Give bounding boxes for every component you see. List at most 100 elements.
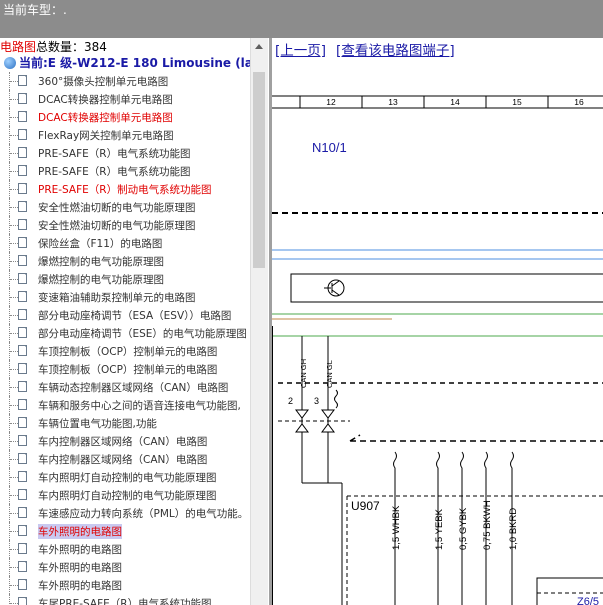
connector-pin-icon — [321, 423, 335, 433]
tree-item[interactable]: 保险丝盒（F11）的电路图 — [0, 234, 250, 252]
tree-item[interactable]: 车外照明的电路图 — [0, 522, 250, 540]
pin-label: CAN GL — [325, 360, 334, 388]
tree-item[interactable]: 安全性燃油切断的电气功能原理图 — [0, 216, 250, 234]
tree-item[interactable]: FlexRay网关控制单元电路图 — [0, 126, 250, 144]
tree-item[interactable]: 车内控制器区域网络（CAN）电路图 — [0, 432, 250, 450]
tree-item[interactable]: 车辆动态控制器区域网络（CAN）电路图 — [0, 378, 250, 396]
tree-item-label: FlexRay网关控制单元电路图 — [38, 130, 174, 142]
component-box — [290, 273, 603, 303]
tree-item[interactable]: PRE-SAFE（R）电气系统功能图 — [0, 162, 250, 180]
connector-label: U907 — [351, 499, 380, 513]
document-icon — [18, 75, 27, 86]
document-icon — [18, 345, 27, 356]
tree-connector — [10, 603, 18, 604]
tree-item[interactable]: 车顶控制板（OCP）控制单元的电路图 — [0, 360, 250, 378]
grid-number: 15 — [512, 97, 522, 107]
tree-item[interactable]: 车内照明灯自动控制的电气功能原理图 — [0, 486, 250, 504]
tree-item[interactable]: 部分电动座椅调节（ESA（ESV））电路图 — [0, 306, 250, 324]
tree-connector — [10, 261, 18, 262]
tree-connector — [10, 369, 18, 370]
diagram-pane: [上一页] [查看该电路图端子] 12 13 14 15 16 N10/1 CA… — [272, 38, 603, 605]
tree-item-label: 车速感应动力转向系统（PML）的电气功能。 — [38, 508, 249, 520]
tree-item[interactable]: 车外照明的电路图 — [0, 558, 250, 576]
tree-item[interactable]: 安全性燃油切断的电气功能原理图 — [0, 198, 250, 216]
tree-connector — [10, 333, 18, 334]
tree-connector — [10, 441, 18, 442]
tree-item-label: 部分电动座椅调节（ESA（ESV））电路图 — [38, 310, 232, 322]
tree-item[interactable]: 360°摄像头控制单元电路图 — [0, 72, 250, 90]
document-icon — [18, 543, 27, 554]
tree-item[interactable]: 车速感应动力转向系统（PML）的电气功能。 — [0, 504, 250, 522]
tree-item[interactable]: 车内照明灯自动控制的电气功能原理图 — [0, 468, 250, 486]
tree-connector — [10, 315, 18, 316]
tree-item[interactable]: 车辆和服务中心之间的语音连接电气功能图, — [0, 396, 250, 414]
pin-number: 3 — [314, 396, 319, 406]
tree-item[interactable]: 车尾PRE-SAFE（R）电气系统功能图 — [0, 594, 250, 605]
tree-item-label: PRE-SAFE（R）电气系统功能图 — [38, 166, 191, 178]
tree-item-label: 车外照明的电路图 — [38, 524, 122, 539]
tree-item[interactable]: 部分电动座椅调节（ESE）的电气功能原理图 — [0, 324, 250, 342]
tree-connector — [10, 207, 18, 208]
sidebar-scrollbar[interactable] — [250, 38, 268, 605]
document-icon — [18, 399, 27, 410]
tree-item[interactable]: PRE-SAFE（R）制动电气系统功能图 — [0, 180, 250, 198]
tree-item[interactable]: 车内控制器区域网络（CAN）电路图 — [0, 450, 250, 468]
document-icon — [18, 381, 27, 392]
tree-connector — [10, 135, 18, 136]
document-icon — [18, 147, 27, 158]
tree-item-label: DCAC转换器控制单元电路图 — [38, 94, 173, 106]
tree-connector — [10, 225, 18, 226]
tree-connector — [10, 495, 18, 496]
tree-item-label: 车内照明灯自动控制的电气功能原理图 — [38, 472, 217, 484]
sidebar: 电路图总数量：384 当前:E 级-W212-E 180 Limousine (… — [0, 38, 269, 605]
tree-connector — [10, 513, 18, 514]
document-icon — [18, 165, 27, 176]
scroll-up-arrow-icon[interactable] — [251, 38, 268, 55]
tree-item[interactable]: 车顶控制板（OCP）控制单元的电路图 — [0, 342, 250, 360]
tree-item-label: 车外照明的电路图 — [38, 580, 122, 592]
document-icon — [18, 93, 27, 104]
document-icon — [18, 309, 27, 320]
document-icon — [18, 183, 27, 194]
document-icon — [18, 327, 27, 338]
document-icon — [18, 417, 27, 428]
tree-item[interactable]: 变速箱油辅助泵控制单元的电路图 — [0, 288, 250, 306]
wire-label: 0,75 BKWH — [482, 500, 493, 550]
connector-pin-icon — [321, 409, 335, 419]
tree-item-label: 安全性燃油切断的电气功能原理图 — [38, 202, 196, 214]
grid-number: 13 — [388, 97, 398, 107]
tree-item[interactable]: 车外照明的电路图 — [0, 576, 250, 594]
current-vehicle-label: 当前:E 级-W212-E 180 Limousine (lan — [19, 56, 262, 70]
tree-item-label: 车内控制器区域网络（CAN）电路图 — [38, 454, 208, 466]
tree-connector — [10, 117, 18, 118]
tree-item-label: 车内照明灯自动控制的电气功能原理图 — [38, 490, 217, 502]
diagram-tree: 360°摄像头控制单元电路图 DCAC转换器控制单元电路图 DCAC转换器控制单元电… — [0, 72, 250, 605]
tree-connector — [10, 153, 18, 154]
tree-item[interactable]: DCAC转换器控制单元电路图 — [0, 90, 250, 108]
tree-connector — [10, 405, 18, 406]
tree-connector — [10, 279, 18, 280]
top-bar: 当前车型：. — [0, 0, 603, 38]
tree-item[interactable]: 车外照明的电路图 — [0, 540, 250, 558]
document-icon — [18, 129, 27, 140]
document-icon — [18, 273, 27, 284]
tree-connector — [10, 99, 18, 100]
pin-label: CAN GH — [299, 359, 308, 388]
tree-connector — [10, 459, 18, 460]
tree-connector — [10, 477, 18, 478]
grid-number: 12 — [326, 97, 336, 107]
scroll-thumb[interactable] — [253, 72, 265, 268]
tree-item[interactable]: 爆燃控制的电气功能原理图 — [0, 252, 250, 270]
tree-item[interactable]: PRE-SAFE（R）电气系统功能图 — [0, 144, 250, 162]
tree-connector — [10, 567, 18, 568]
tree-item[interactable]: 车辆位置电气功能图,功能 — [0, 414, 250, 432]
document-icon — [18, 561, 27, 572]
wire-label: 0,5 GYBK — [458, 507, 469, 550]
tree-item[interactable]: 爆燃控制的电气功能原理图 — [0, 270, 250, 288]
tree-item-label: 车辆位置电气功能图,功能 — [38, 418, 157, 430]
current-vehicle[interactable]: 当前:E 级-W212-E 180 Limousine (lan — [4, 54, 261, 71]
tree-connector — [10, 171, 18, 172]
tree-item-label: 车顶控制板（OCP）控制单元的电路图 — [38, 346, 218, 358]
tree-item[interactable]: DCAC转换器控制单元电路图 — [0, 108, 250, 126]
tree-connector — [10, 243, 18, 244]
